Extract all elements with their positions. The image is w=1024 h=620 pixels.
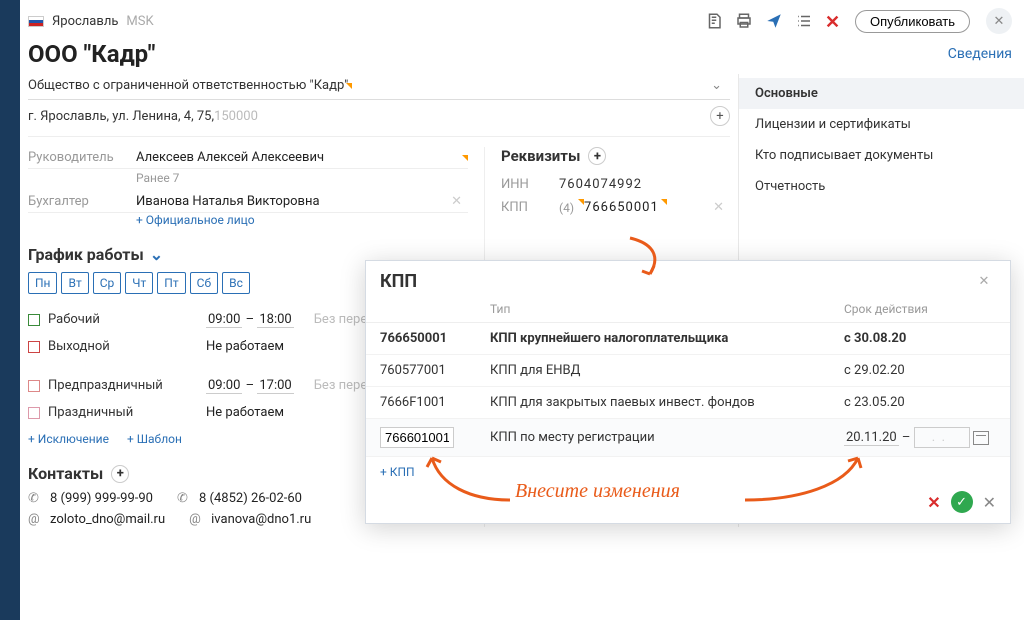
flag-icon bbox=[28, 16, 44, 27]
schedule-expand-button[interactable]: ⌄ bbox=[150, 245, 163, 264]
schedule-heading: График работы bbox=[28, 245, 144, 264]
edited-marker-icon bbox=[462, 155, 468, 161]
add-kpp-link[interactable]: + КПП bbox=[366, 457, 429, 487]
kpp-panel-title: КПП bbox=[380, 271, 417, 292]
phone-icon: ✆ bbox=[28, 491, 44, 506]
clear-kpp-button[interactable]: ✕ bbox=[707, 200, 730, 215]
inn-value: 7604074992 bbox=[559, 177, 642, 192]
close-panel-button[interactable]: ✕ bbox=[986, 8, 1012, 34]
kpp-confirm-button[interactable]: ✓ bbox=[951, 491, 973, 513]
day-pt[interactable]: Пт bbox=[157, 272, 185, 294]
contacts-heading: Контакты bbox=[28, 464, 103, 483]
kpp-cancel-button[interactable]: ✕ bbox=[927, 493, 940, 512]
email1[interactable]: zoloto_dno@mail.ru bbox=[50, 512, 165, 527]
work-from-input[interactable]: 09:00 bbox=[206, 312, 242, 328]
holiday-label: Праздничный bbox=[48, 405, 198, 420]
edited-marker-icon bbox=[346, 83, 352, 89]
accountant-name[interactable]: Иванова Наталья Викторовна bbox=[136, 194, 437, 209]
holiday-value: Не работаем bbox=[206, 405, 284, 420]
print-icon[interactable] bbox=[735, 12, 753, 30]
phone1[interactable]: 8 (999) 999-99-90 bbox=[50, 491, 153, 506]
work-label: Рабочий bbox=[48, 312, 198, 327]
preholiday-icon[interactable] bbox=[28, 380, 40, 392]
day-pn[interactable]: Пн bbox=[28, 272, 57, 294]
requisites-heading: Реквизиты bbox=[501, 147, 580, 165]
email2[interactable]: ivanova@dno1.ru bbox=[211, 512, 311, 527]
add-exception-link[interactable]: + Исключение bbox=[28, 432, 109, 446]
kpp-panel-close-button[interactable]: ✕ bbox=[972, 274, 996, 289]
email-icon: @ bbox=[189, 512, 205, 527]
company-full-name: Общество с ограниченной ответственностью… bbox=[28, 78, 348, 93]
day-sr[interactable]: Ср bbox=[93, 272, 122, 294]
work-day-icon[interactable] bbox=[28, 314, 40, 326]
nav-main[interactable]: Основные bbox=[739, 78, 1024, 109]
kpp-row-editing[interactable]: КПП по месту регистрации 20.11.20 – . . bbox=[366, 419, 1010, 457]
kpp-code-input[interactable] bbox=[380, 427, 454, 448]
head-label: Руководитель bbox=[28, 150, 128, 165]
app-sidebar bbox=[0, 0, 20, 620]
work-to-input[interactable]: 18:00 bbox=[257, 312, 293, 328]
kpp-table: Тип Срок действия 766650001 КПП крупнейш… bbox=[366, 298, 1010, 457]
company-zip: 150000 bbox=[214, 109, 258, 124]
kpp-col-valid: Срок действия bbox=[830, 298, 1010, 323]
kpp-row[interactable]: 7666F1001 КПП для закрытых паевых инвест… bbox=[366, 387, 1010, 419]
kpp-count[interactable]: (4) bbox=[559, 201, 574, 215]
preholiday-label: Предпраздничный bbox=[48, 378, 198, 393]
top-bar: Ярославль MSK ✕ Опубликовать ✕ bbox=[28, 8, 1024, 34]
company-address: г. Ярославль, ул. Ленина, 4, 75, bbox=[28, 109, 214, 124]
tz-label: MSK bbox=[126, 14, 153, 29]
holiday-icon[interactable] bbox=[28, 407, 40, 419]
day-vt[interactable]: Вт bbox=[61, 272, 88, 294]
email-icon: @ bbox=[28, 512, 44, 527]
kpp-label: КПП bbox=[501, 200, 549, 215]
add-official-link[interactable]: + Официальное лицо bbox=[28, 213, 468, 227]
send-icon[interactable] bbox=[765, 12, 783, 30]
inn-label: ИНН bbox=[501, 177, 549, 192]
phone-icon: ✆ bbox=[177, 491, 193, 506]
delete-icon[interactable]: ✕ bbox=[825, 12, 843, 30]
kpp-col-type: Тип bbox=[476, 298, 830, 323]
day-sb[interactable]: Сб bbox=[190, 272, 218, 294]
add-contact-button[interactable]: + bbox=[111, 465, 129, 483]
company-title: ООО "Кадр" bbox=[28, 40, 155, 68]
kpp-row[interactable]: 766650001 КПП крупнейшего налогоплательщ… bbox=[366, 323, 1010, 355]
accountant-label: Бухгалтер bbox=[28, 194, 128, 209]
nav-licenses[interactable]: Лицензии и сертификаты bbox=[739, 109, 1024, 140]
list-icon[interactable] bbox=[795, 12, 813, 30]
kpp-value[interactable]: 766650001 bbox=[584, 200, 659, 215]
off-day-icon[interactable] bbox=[28, 341, 40, 353]
head-name[interactable]: Алексеев Алексей Алексеевич bbox=[136, 150, 456, 165]
kpp-date-from[interactable]: 20.11.20 bbox=[844, 430, 899, 446]
kpp-panel: КПП ✕ Тип Срок действия 766650001 КПП кр… bbox=[365, 260, 1011, 524]
off-value: Не работаем bbox=[206, 339, 284, 354]
add-requisite-button[interactable]: + bbox=[588, 147, 606, 165]
off-label: Выходной bbox=[48, 339, 198, 354]
head-previous-note[interactable]: Ранее 7 bbox=[28, 171, 468, 185]
kpp-close-edit-button[interactable]: ✕ bbox=[983, 493, 996, 512]
day-cht[interactable]: Чт bbox=[125, 272, 153, 294]
calendar-icon[interactable] bbox=[973, 431, 989, 445]
preholiday-from-input[interactable]: 09:00 bbox=[206, 378, 242, 394]
details-link[interactable]: Сведения bbox=[948, 46, 1012, 62]
day-vs[interactable]: Вс bbox=[222, 272, 250, 294]
nav-reports[interactable]: Отчетность bbox=[739, 171, 1024, 202]
kpp-row[interactable]: 760577001 КПП для ЕНВД с 29.02.20 bbox=[366, 355, 1010, 387]
city-label[interactable]: Ярославль bbox=[52, 14, 118, 29]
add-template-link[interactable]: + Шаблон bbox=[127, 432, 182, 446]
kpp-date-to-input[interactable]: . . bbox=[914, 427, 970, 448]
phone2[interactable]: 8 (4852) 26-02-60 bbox=[199, 491, 302, 506]
preholiday-to-input[interactable]: 17:00 bbox=[257, 378, 293, 394]
expand-name-button[interactable]: ⌄ bbox=[703, 78, 730, 93]
publish-button[interactable]: Опубликовать bbox=[855, 10, 970, 33]
notes-icon[interactable] bbox=[705, 12, 723, 30]
clear-accountant-button[interactable]: ✕ bbox=[445, 194, 468, 209]
nav-signers[interactable]: Кто подписывает документы bbox=[739, 140, 1024, 171]
add-address-button[interactable]: + bbox=[710, 106, 730, 126]
